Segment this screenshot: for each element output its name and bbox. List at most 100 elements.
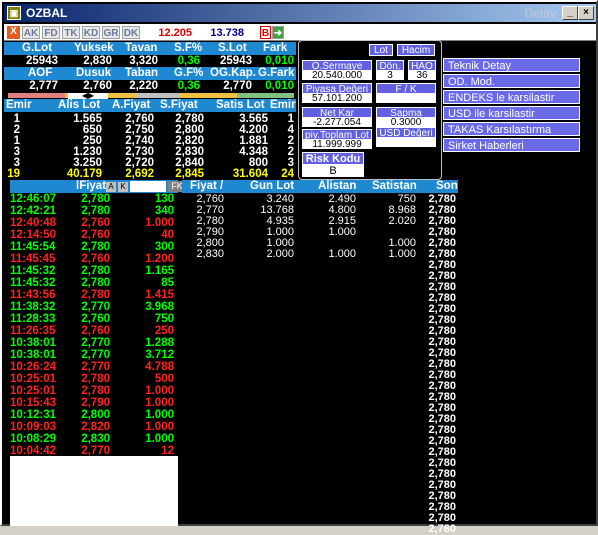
trade-cell: 300 [154,241,174,253]
book-cell: 2,692 [125,168,154,180]
trade-cell: 2,780 [81,205,110,217]
trade-cell: 2,800 [81,409,110,421]
hdr-gf: G.F% [174,67,204,79]
app-icon: ▣ [7,6,21,20]
hdr-gfark: G.Fark [258,67,295,79]
fk-label: F / K [376,83,436,95]
trade-cell: 2,770 [81,301,110,313]
trade-cell: 2,780 [81,241,110,253]
trade-cell: 11:28:33 [10,313,56,325]
hdr-lfiyat: lFiyat [76,180,107,192]
tab-fd[interactable]: FD [42,26,60,39]
depth-cell: 2,830 [196,248,224,260]
trade-cell: 2,780 [81,373,110,385]
arrow-right-icon[interactable]: ➜ [272,26,284,39]
trade-cell: 10:26:24 [10,361,57,373]
trade-cell: 10:15:43 [10,397,57,409]
val-glot: 25943 [26,55,58,67]
hdr-son: Son [436,180,458,192]
trade-cell: 12:14:50 [10,229,57,241]
hdr-yuksek: Yuksek [74,42,114,54]
netkar-value: -2.277.054 [302,118,372,128]
depth-panel: Fiyat / Gun Lot Alistan Satistan Son 2,7… [182,180,458,526]
usd-label: USD Değeri [376,127,436,139]
book-cell: 2,845 [175,168,204,180]
book-cell: 31.604 [232,168,268,180]
hdr-sf: S.F% [174,42,203,54]
tab-dk[interactable]: DK [122,26,140,39]
hdr-sfiyat: S.Fiyat [160,99,198,111]
usd-value [376,138,436,147]
trade-cell: 10:09:03 [10,421,57,433]
hdr-satis-lot: Satis Lot [216,99,265,111]
val-aof: 2,777 [29,80,58,92]
trade-cell: 1.000 [145,433,174,445]
trade-cell: 3.968 [145,301,174,313]
lot-button[interactable]: Lot [369,44,393,56]
fk-value [376,94,436,103]
menu-item[interactable]: ENDEKS le karsilastir [443,90,580,104]
trade-cell: 2,760 [81,229,110,241]
minimize-button[interactable]: _ [562,6,578,20]
trade-cell: 2,830 [81,433,110,445]
trade-cell: 10:38:01 [10,349,57,361]
trades-panel: lFiyat A K FK 12:46:07 2,780 130 12:42:21 2,… [10,180,186,457]
close-icon[interactable]: X [7,26,20,39]
val-fark: 0,010 [265,55,294,67]
menu-item[interactable]: Teknik Detay [443,58,580,72]
trade-cell: 2,770 [81,349,110,361]
trade-cell: 1.288 [145,337,174,349]
hdr-aof: AOF [28,67,53,79]
don-value: 3 [376,71,404,81]
osermaye-value: 20.540.000 [302,71,372,81]
hdr-ogkap: OG.Kap. [210,67,257,79]
a-button[interactable]: A [106,182,116,192]
trade-cell: 2,760 [81,253,110,265]
depth-cell: 1.000 [388,248,416,260]
tab-gr[interactable]: GR [102,26,120,39]
trades-empty-area [10,456,178,526]
trade-cell: 1.000 [145,409,174,421]
trade-cell: 130 [154,193,174,205]
k-button[interactable]: K [118,182,128,192]
filter-input[interactable] [130,181,166,192]
son-cell: 2,780 [428,523,456,535]
tab-ak[interactable]: AK [22,26,40,39]
toplamlot-value: 11.999.999 [302,140,372,150]
val-taban: 2,220 [129,80,158,92]
trade-cell: 12:42:21 [10,205,57,217]
trade-cell: 11:26:35 [10,325,56,337]
main-window: ▣ OZBAL Detay _ × X AK FD TK KD GR DK 12… [0,0,598,535]
close-button[interactable]: × [578,6,594,20]
hacim-button[interactable]: Hacim [397,44,435,56]
trade-cell: 1.200 [145,253,174,265]
trade-cell: 10:08:29 [10,433,57,445]
menu-item[interactable]: OD. Mod. [443,74,580,88]
depth-cell: 1.000 [328,248,356,260]
hdr-slot: S.Lot [218,42,247,54]
depth-cell: 2.020 [388,215,416,227]
hdr-taban: Taban [125,67,159,79]
risk-value: B [302,165,364,177]
trade-cell: 2,780 [81,385,110,397]
trade-cell: 750 [154,313,174,325]
hdr-alistan: Alistan [318,180,357,192]
val-tavan: 3,320 [129,55,158,67]
value-1: 12.205 [158,27,192,39]
val-ogkap: 2,770 [223,80,252,92]
val-gf: 0,36 [177,80,200,92]
trade-cell: 11:38:32 [10,301,56,313]
tab-kd[interactable]: KD [82,26,100,39]
menu-item[interactable]: USD ile karsilastir [443,106,580,120]
trade-cell: 1.000 [145,217,174,229]
menu-item[interactable]: TAKAS Karsılastırma [443,122,580,136]
b-button[interactable]: B [260,26,271,39]
tab-tk[interactable]: TK [62,26,80,39]
trade-cell: 2,760 [81,325,110,337]
trade-cell: 2,780 [81,193,110,205]
trade-cell: 2,820 [81,421,110,433]
trade-cell: 500 [154,373,174,385]
menu-item[interactable]: Sirket Haberleri [443,138,580,152]
trade-cell: 2,770 [81,361,110,373]
title-bar: ▣ OZBAL Detay _ × [4,4,596,22]
